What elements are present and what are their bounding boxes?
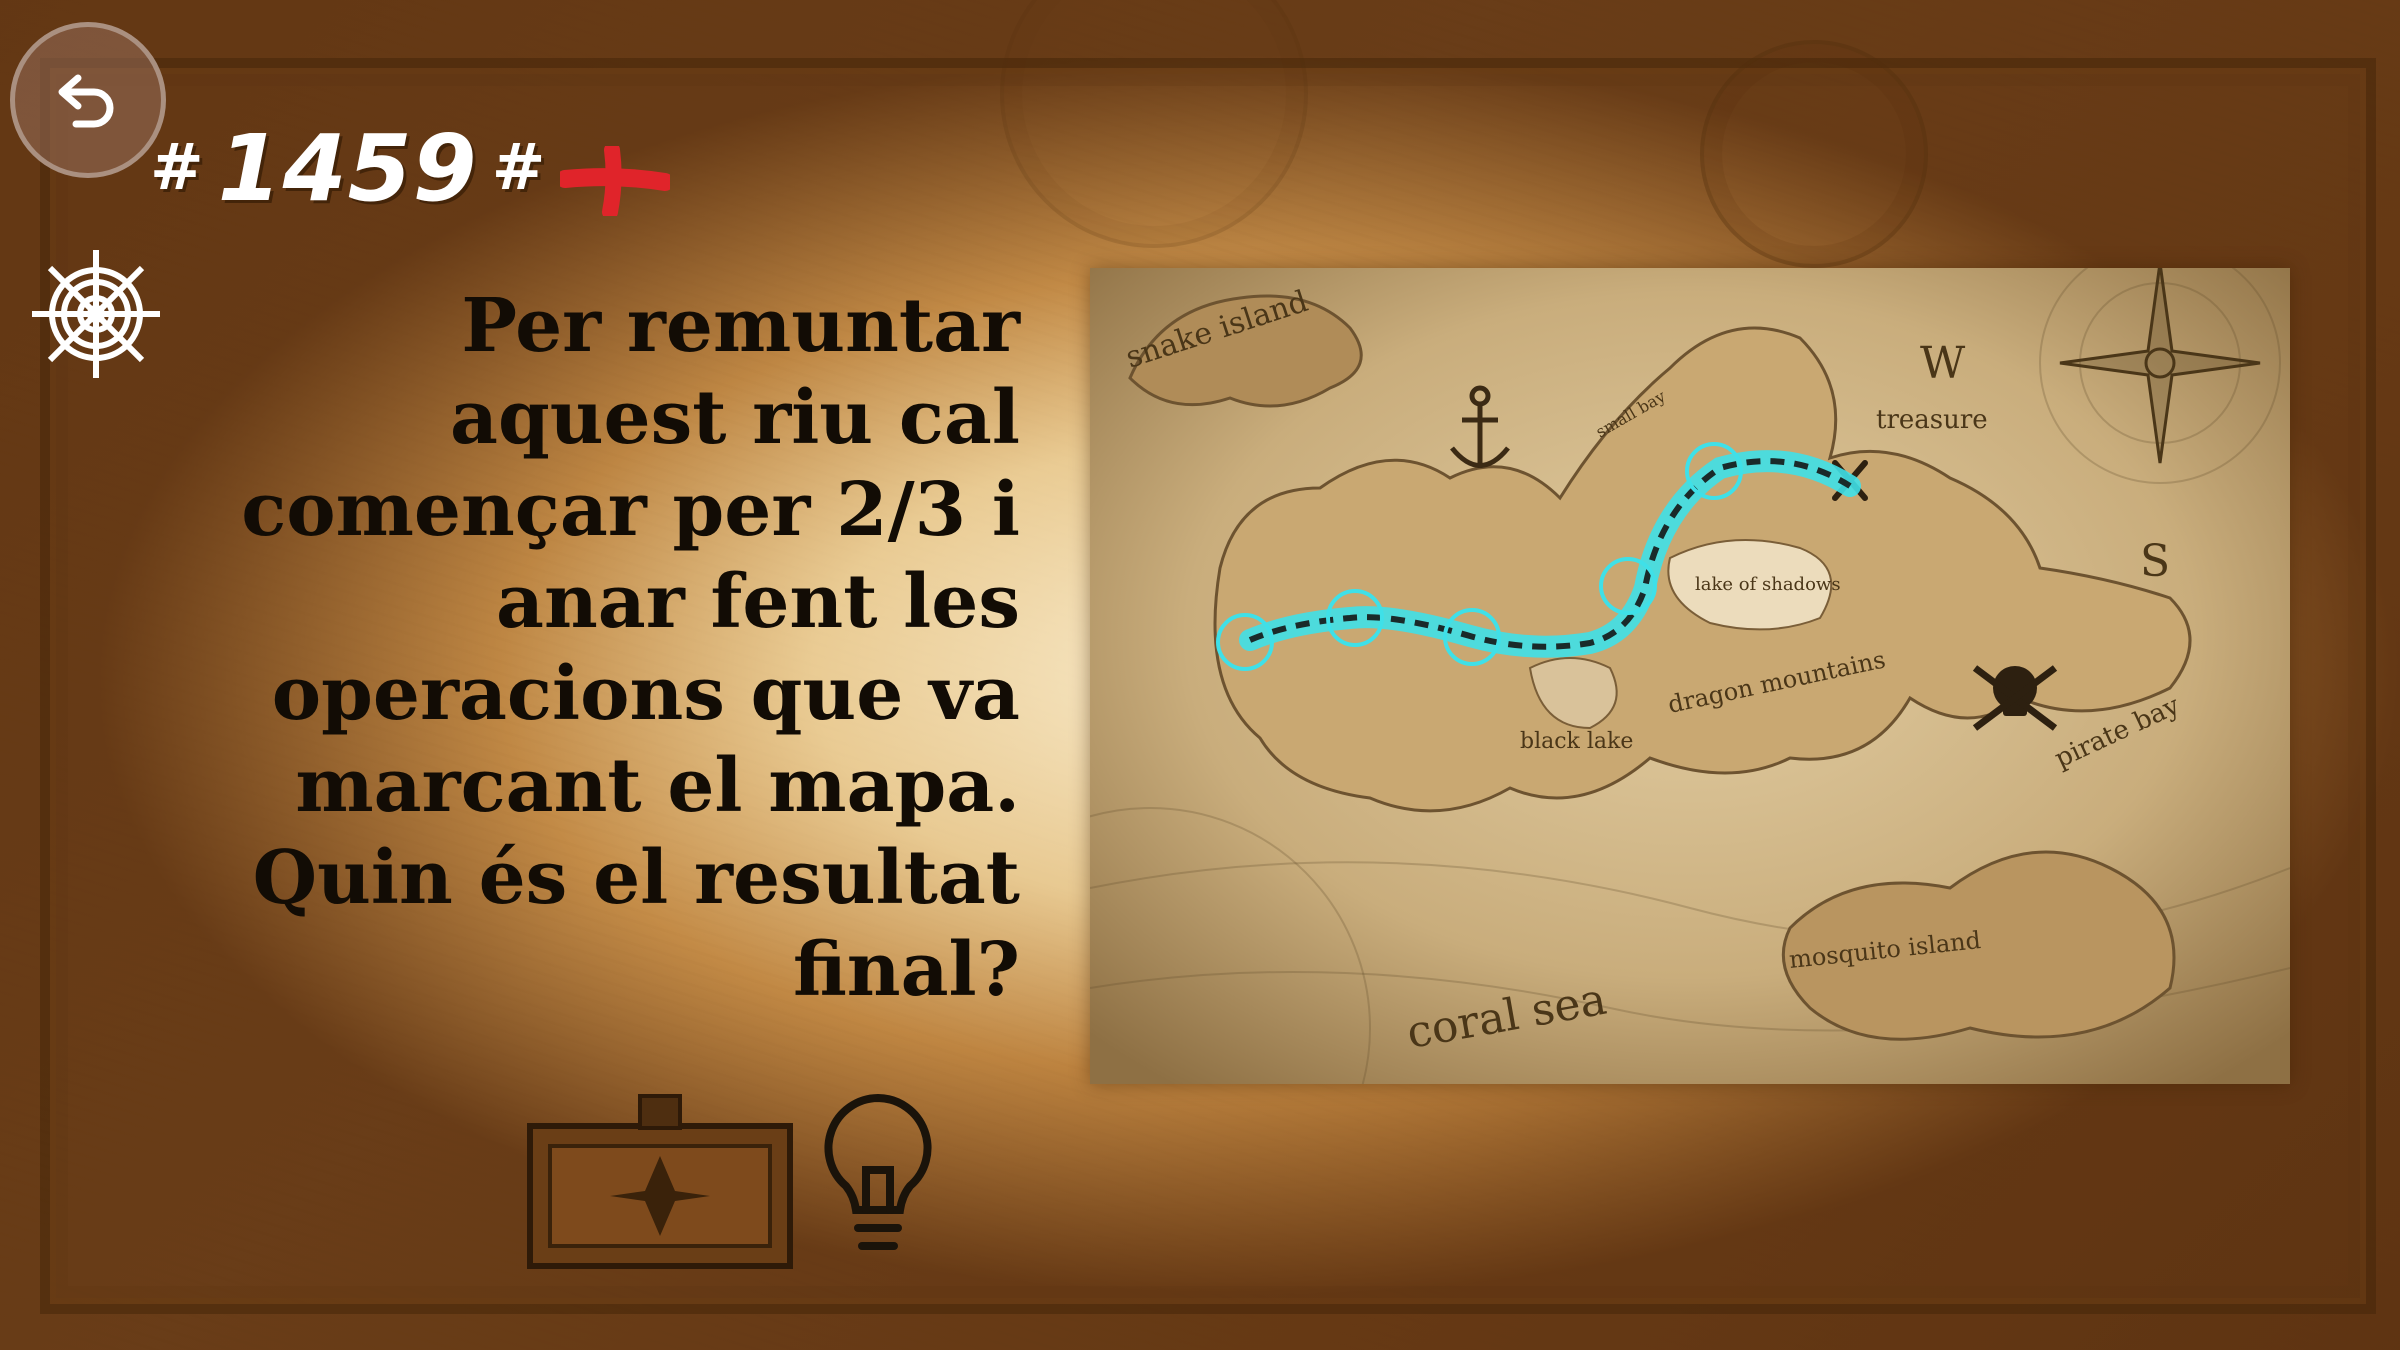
label-compass-s: S <box>2140 536 2170 587</box>
label-lake-of-shadows: lake of shadows <box>1695 574 1841 595</box>
puzzle-number: # 1459 # <box>150 115 546 222</box>
decorative-compass <box>1700 40 1928 268</box>
hash-left: # <box>150 131 204 205</box>
label-black-lake: black lake <box>1520 729 1633 754</box>
label-compass-w: W <box>1920 338 1966 389</box>
ship-wheel-icon[interactable] <box>26 244 166 384</box>
question-text: Per remuntar aquest riu cal començar per… <box>241 283 1020 1013</box>
treasure-chest-icon <box>527 1094 793 1269</box>
back-button[interactable] <box>10 22 166 178</box>
hash-right: # <box>491 131 546 205</box>
label-treasure: treasure <box>1876 405 1988 435</box>
red-cross-icon <box>560 146 670 216</box>
puzzle-number-value: 1459 <box>217 114 478 222</box>
treasure-map: snake island small bay treasure W S lake… <box>1090 268 2290 1084</box>
back-arrow-icon <box>58 74 114 128</box>
lightbulb-icon[interactable] <box>818 1090 938 1260</box>
